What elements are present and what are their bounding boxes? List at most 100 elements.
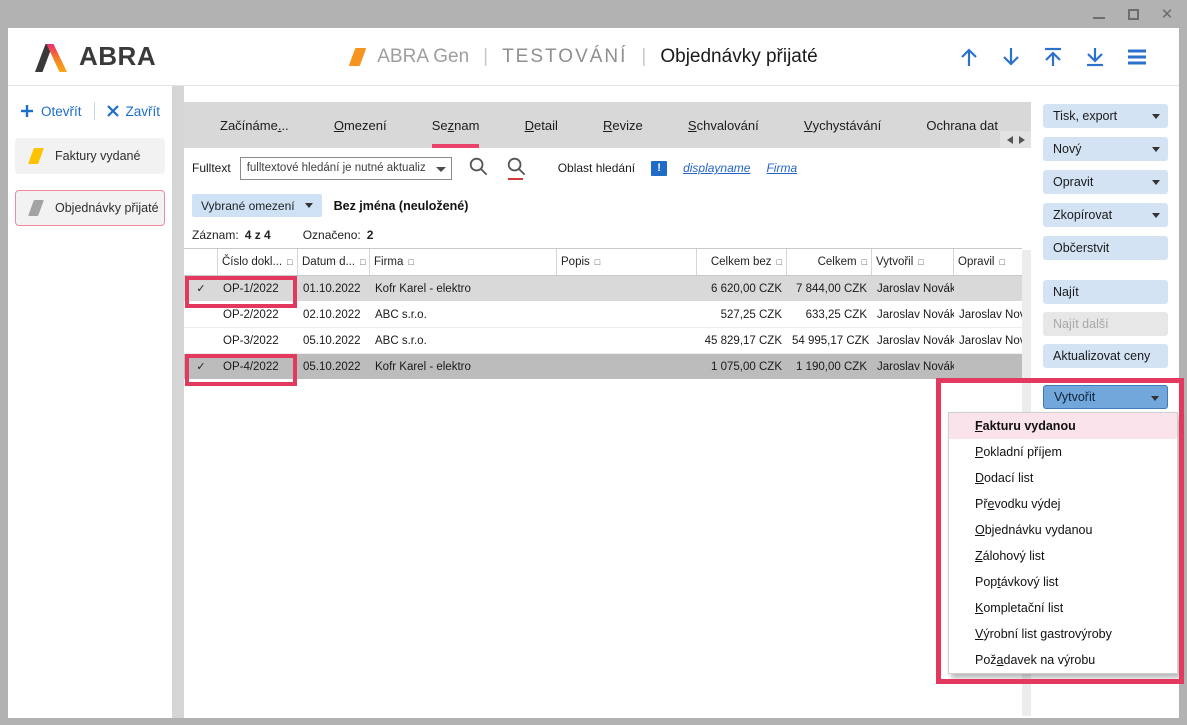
tab-schvalovani[interactable]: Schvalování [688,102,759,148]
sort-box-icon[interactable]: □ [287,257,292,267]
move-down-icon[interactable] [998,44,1023,69]
copy-button[interactable]: Zkopírovat [1043,203,1168,227]
menu-item-objednavku-vydanou[interactable]: Objednávku vydanou [949,517,1177,543]
close-icon: ✕ [1161,7,1174,22]
sidebar-splitter[interactable] [172,86,184,718]
chevron-down-icon [1152,114,1160,119]
column-header-vytvoril[interactable]: Vytvořil□ [872,249,954,275]
find-next-button: Najít další [1043,312,1168,336]
selected-restriction-label: Vybrané omezení [201,199,295,213]
open-agenda-button[interactable]: Otevřít [20,104,82,119]
fulltext-input[interactable] [241,162,425,174]
tab-detail[interactable]: Detail [525,102,558,148]
open-agenda-label: Otevřít [41,104,82,119]
window-border [1179,28,1187,725]
menu-item-kompletacni-list[interactable]: Kompletační list [949,595,1177,621]
search-marked-icon[interactable] [506,156,528,180]
tab-vychystavani[interactable]: Vychystávání [804,102,881,148]
column-header-cislo[interactable]: Číslo dokl...□ [218,249,298,275]
tab-omezeni[interactable]: Omezení [334,102,387,148]
menu-item-pokladni-prijem[interactable]: Pokladní příjem [949,439,1177,465]
sort-box-icon[interactable]: □ [862,257,867,267]
table-row[interactable]: ✓ OP-4/2022 05.10.2022 Kofr Karel - elek… [184,354,1022,380]
row-checkmark: ✓ [184,282,218,295]
chevron-down-icon[interactable] [436,167,446,172]
field-link-displayname[interactable]: displayname [683,161,750,175]
maximize-button[interactable] [1125,6,1141,22]
new-button[interactable]: Nový [1043,137,1168,161]
menu-item-vyrobni-list-gastrovyroby[interactable]: Výrobní list gastrovýroby [949,621,1177,647]
agenda-sidebar: Otevřít Zavřít Faktury vydané Objednávky… [8,86,172,718]
abra-logo-icon [34,41,70,73]
menu-icon[interactable] [1124,44,1149,69]
record-label: Záznam: [192,228,239,242]
header-title-group: ABRA Gen | TESTOVÁNÍ | Objednávky přijat… [214,46,956,68]
column-header-opravil[interactable]: Opravil□ [954,249,1022,275]
sort-box-icon[interactable]: □ [777,257,782,267]
selected-restriction-button[interactable]: Vybrané omezení [192,194,322,217]
move-last-icon[interactable] [1082,44,1107,69]
menu-item-dodaci-list[interactable]: Dodací list [949,465,1177,491]
sort-box-icon[interactable]: □ [360,257,365,267]
sidebar-item-objednavky-prijate[interactable]: Objednávky přijaté [15,190,165,226]
tab-seznam[interactable]: Seznam [432,102,480,148]
minimize-icon [1093,17,1105,19]
menu-item-fakturu-vydanou[interactable]: Fakturu vydanou [949,413,1177,439]
abra-logo: ABRA [34,41,214,73]
menu-item-pozadavek-na-vyrobu[interactable]: Požadavek na výrobu [949,647,1177,673]
create-button[interactable]: Vytvořit [1043,385,1168,409]
field-link-firma[interactable]: Firma [766,161,797,175]
fulltext-combobox[interactable] [240,157,452,180]
close-button[interactable]: ✕ [1159,6,1175,22]
window-titlebar[interactable]: ✕ [0,0,1187,28]
tab-scroll-left-icon[interactable] [1007,136,1013,144]
minimize-button[interactable] [1091,6,1107,22]
menu-item-zalohovy-list[interactable]: Zálohový list [949,543,1177,569]
print-export-button[interactable]: Tisk, export [1043,104,1168,128]
marked-label: Označeno: [303,228,361,242]
plus-icon [20,104,34,118]
menu-item-prevodku-vydej[interactable]: Převodku výdej [949,491,1177,517]
sort-box-icon[interactable]: □ [918,257,923,267]
column-header-datum[interactable]: Datum d...□ [298,249,370,275]
move-up-icon[interactable] [956,44,981,69]
tab-scroll-buttons [1000,131,1032,148]
table-row[interactable]: OP-3/2022 05.10.2022 ABC s.r.o. 45 829,1… [184,328,1022,354]
alert-badge: ! [651,161,667,176]
list-panel: Fulltext Oblast hledání ! displayname Fi… [184,148,1032,718]
tab-zaciname[interactable]: Začínáme... [220,102,289,148]
sidebar-item-label: Faktury vydané [55,149,140,163]
chevron-down-icon [1152,213,1160,218]
row-checkmark: ✓ [184,360,218,373]
app-window: ✕ ABRA ABRA Gen | TESTOVÁNÍ [0,0,1187,725]
update-prices-button[interactable]: Aktualizovat ceny [1043,344,1168,368]
x-icon [107,105,119,117]
close-agenda-button[interactable]: Zavřít [107,104,161,119]
find-button[interactable]: Najít [1043,280,1168,304]
restriction-name: Bez jména (neuložené) [334,199,469,213]
column-header-firma[interactable]: Firma□ [370,249,557,275]
sort-box-icon[interactable]: □ [408,257,413,267]
sidebar-item-faktury-vydane[interactable]: Faktury vydané [15,138,165,174]
table-row[interactable]: ✓ OP-1/2022 01.10.2022 Kofr Karel - elek… [184,276,1022,302]
search-icon[interactable] [468,156,490,180]
column-header-celkem-bez[interactable]: Celkem bez□ [697,249,787,275]
record-count: 4 z 4 [245,228,271,242]
create-dropdown-menu: Fakturu vydanou Pokladní příjem Dodací l… [948,412,1178,674]
sort-box-icon[interactable]: □ [595,257,600,267]
refresh-button[interactable]: Občerstvit [1043,236,1168,260]
column-header-celkem[interactable]: Celkem□ [787,249,872,275]
edit-button[interactable]: Opravit [1043,170,1168,194]
gray-slash-icon [28,200,44,216]
table-row[interactable]: OP-2/2022 02.10.2022 ABC s.r.o. 527,25 C… [184,302,1022,328]
move-first-icon[interactable] [1040,44,1065,69]
environment-label: TESTOVÁNÍ [502,46,627,68]
sort-box-icon[interactable]: □ [999,257,1004,267]
menu-item-poptavkovy-list[interactable]: Poptávkový list [949,569,1177,595]
column-header-popis[interactable]: Popis□ [557,249,697,275]
tab-scroll-right-icon[interactable] [1019,136,1025,144]
tab-ochrana-dat[interactable]: Ochrana dat [926,102,998,148]
separator: | [483,46,488,68]
column-header-check[interactable] [184,249,218,275]
tab-revize[interactable]: Revize [603,102,643,148]
